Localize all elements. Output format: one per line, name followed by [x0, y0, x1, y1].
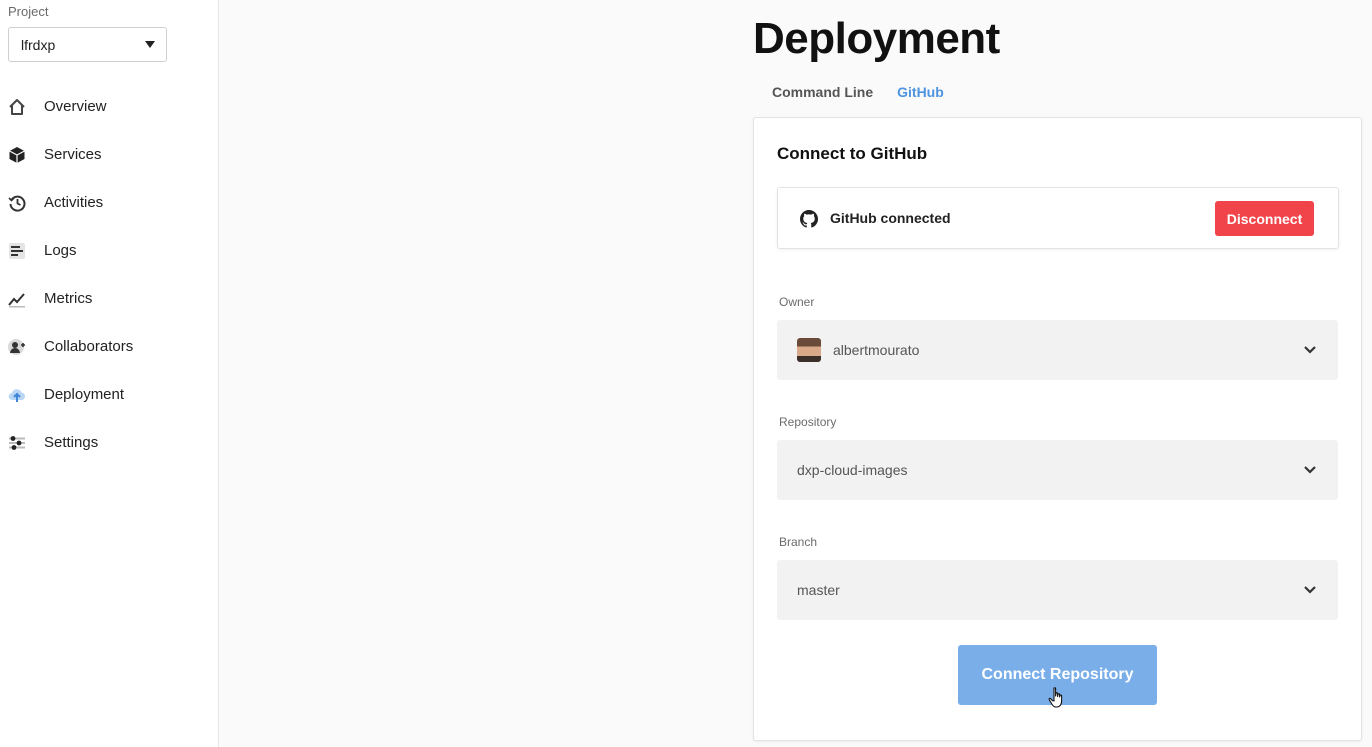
github-status-text: GitHub connected: [830, 210, 951, 226]
project-label: Project: [8, 4, 49, 19]
page-title: Deployment: [753, 14, 1000, 63]
sidebar-item-settings[interactable]: Settings: [0, 419, 218, 467]
home-icon: [8, 98, 26, 116]
app-window: Project lfrdxp Overview Services Activit…: [0, 0, 1372, 747]
disconnect-button[interactable]: Disconnect: [1215, 201, 1314, 236]
chart-icon: [8, 290, 26, 308]
branch-select-value: master: [797, 582, 840, 598]
tab-github[interactable]: GitHub: [897, 84, 944, 100]
sidebar-item-collaborators[interactable]: Collaborators: [0, 323, 218, 371]
sidebar-item-logs[interactable]: Logs: [0, 227, 218, 275]
cube-icon: [8, 146, 26, 164]
avatar: [797, 338, 821, 362]
card-title: Connect to GitHub: [777, 144, 928, 163]
sidebar-item-activities[interactable]: Activities: [0, 179, 218, 227]
sidebar: Project lfrdxp Overview Services Activit…: [0, 0, 219, 747]
tab-command-line[interactable]: Command Line: [772, 84, 873, 100]
history-icon: [8, 194, 26, 212]
branch-label: Branch: [779, 535, 818, 549]
owner-select[interactable]: albertmourato: [777, 320, 1338, 380]
chevron-down-icon: [1304, 346, 1316, 354]
sidebar-item-label: Services: [44, 146, 102, 163]
repository-label: Repository: [779, 415, 837, 429]
sidebar-item-label: Collaborators: [44, 338, 134, 355]
logs-icon: [8, 242, 26, 260]
sidebar-item-metrics[interactable]: Metrics: [0, 275, 218, 323]
owner-label: Owner: [779, 295, 815, 309]
sidebar-item-label: Metrics: [44, 290, 93, 307]
github-connect-card: Connect to GitHub GitHub connected Disco…: [753, 117, 1362, 741]
sidebar-item-label: Activities: [44, 194, 104, 211]
hand-cursor-icon: [1048, 687, 1063, 708]
cloud-upload-icon: [8, 386, 26, 404]
github-icon: [800, 210, 818, 228]
owner-select-value: albertmourato: [833, 342, 920, 358]
caret-down-icon: [145, 41, 155, 48]
project-select-value: lfrdxp: [21, 36, 56, 53]
add-user-icon: [8, 338, 26, 356]
chevron-down-icon: [1304, 466, 1316, 474]
sidebar-item-services[interactable]: Services: [0, 131, 218, 179]
sidebar-item-overview[interactable]: Overview: [0, 83, 218, 131]
branch-select[interactable]: master: [777, 560, 1338, 620]
sidebar-item-label: Settings: [44, 434, 99, 451]
sidebar-item-deployment[interactable]: Deployment: [0, 371, 218, 419]
sidebar-item-label: Logs: [44, 242, 77, 259]
chevron-down-icon: [1304, 586, 1316, 594]
tab-bar: Command Line GitHub: [772, 84, 944, 100]
repository-select-value: dxp-cloud-images: [797, 462, 908, 478]
project-select[interactable]: lfrdxp: [8, 27, 167, 62]
github-status-row: GitHub connected Disconnect: [777, 187, 1339, 249]
sidebar-item-label: Overview: [44, 98, 107, 115]
sliders-icon: [8, 434, 26, 452]
sidebar-nav: Overview Services Activities Logs Metric…: [0, 83, 218, 467]
repository-select[interactable]: dxp-cloud-images: [777, 440, 1338, 500]
sidebar-item-label: Deployment: [44, 386, 125, 403]
